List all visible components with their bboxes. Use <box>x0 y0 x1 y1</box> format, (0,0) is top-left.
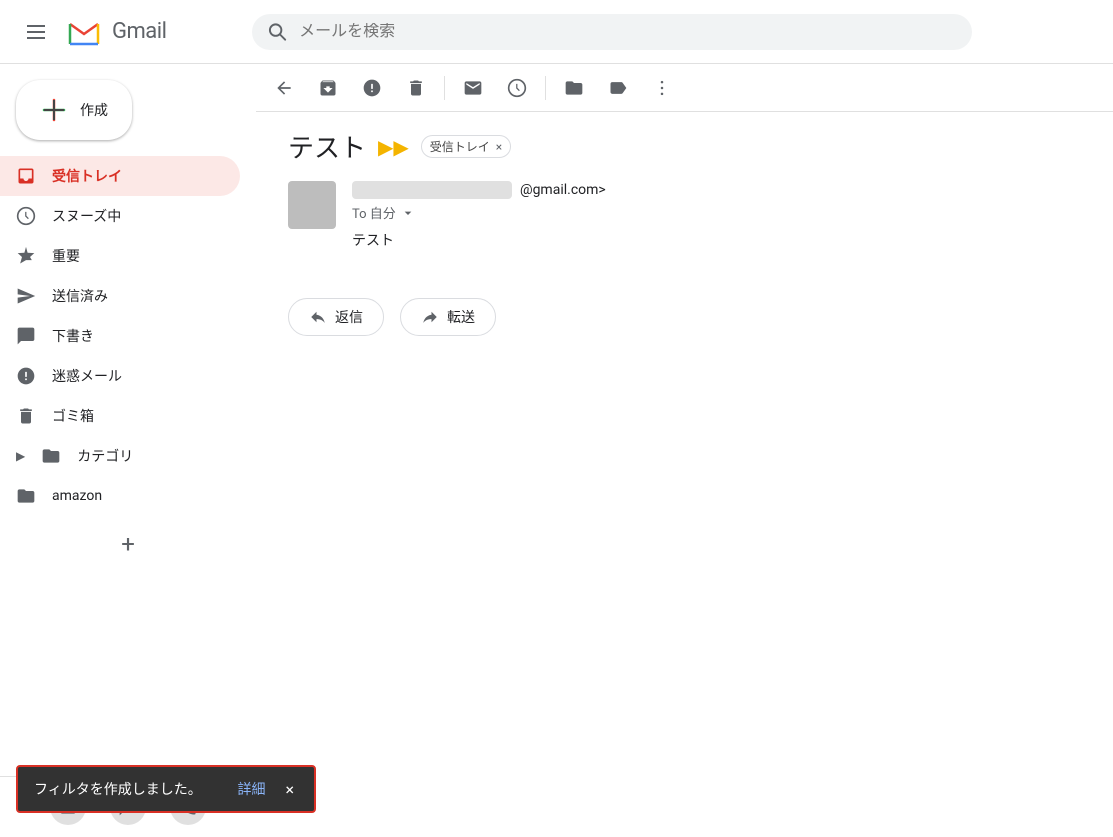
mark-read-button[interactable] <box>453 68 493 108</box>
to-row: To 自分 <box>352 203 1081 222</box>
sender-avatar <box>288 181 336 229</box>
inbox-label: 受信トレイ <box>52 166 122 186</box>
toast-notification: フィルタを作成しました。 詳細 × <box>16 765 316 813</box>
important-label: 重要 <box>52 246 80 266</box>
forward-label: 転送 <box>447 307 475 327</box>
forward-button[interactable]: 転送 <box>400 298 496 336</box>
toast-details-link[interactable]: 詳細 <box>237 779 265 799</box>
to-dropdown[interactable] <box>400 205 416 221</box>
sidebar-item-important[interactable]: 重要 <box>0 236 240 276</box>
add-label-button[interactable]: + <box>108 524 148 564</box>
sender-email: @gmail.com> <box>520 182 606 198</box>
drafts-icon <box>16 326 36 346</box>
sidebar-item-trash[interactable]: ゴミ箱 <box>0 396 240 436</box>
sidebar: 作成 受信トレイ スヌーズ中 重要 送信 <box>0 64 256 837</box>
app-body: 作成 受信トレイ スヌーズ中 重要 送信 <box>0 64 1113 837</box>
important-icon <box>16 246 36 266</box>
sidebar-item-amazon[interactable]: amazon <box>0 476 240 516</box>
expand-icon: ▶ <box>16 449 25 463</box>
reply-label: 返信 <box>335 307 363 327</box>
amazon-label: amazon <box>52 488 102 504</box>
subject-chevron-icon: ▶▶ <box>378 135 409 159</box>
email-view: テスト ▶▶ 受信トレイ × @gmail.com> To 自分 <box>256 112 1113 352</box>
move-button[interactable] <box>554 68 594 108</box>
drafts-label: 下書き <box>52 326 94 346</box>
archive-button[interactable] <box>308 68 348 108</box>
toolbar-divider-2 <box>545 76 546 100</box>
snooze-button[interactable] <box>497 68 537 108</box>
snoozed-label: スヌーズ中 <box>52 206 121 226</box>
sent-icon <box>16 286 36 306</box>
app-title: Gmail <box>112 19 166 44</box>
gmail-logo <box>64 12 104 52</box>
delete-button[interactable] <box>396 68 436 108</box>
to-label: To 自分 <box>352 203 396 222</box>
email-message: @gmail.com> To 自分 テスト <box>288 181 1081 274</box>
menu-icon[interactable] <box>16 12 56 52</box>
inbox-label-badge: 受信トレイ × <box>421 135 511 158</box>
amazon-folder-icon <box>16 486 36 506</box>
sidebar-item-sent[interactable]: 送信済み <box>0 276 240 316</box>
email-subject-row: テスト ▶▶ 受信トレイ × <box>288 128 1081 165</box>
snooze-icon <box>16 206 36 226</box>
email-toolbar <box>256 64 1113 112</box>
search-input[interactable] <box>299 23 956 41</box>
label-button[interactable] <box>598 68 638 108</box>
email-subject: テスト <box>288 128 366 165</box>
sidebar-item-inbox[interactable]: 受信トレイ <box>0 156 240 196</box>
toast-message: フィルタを作成しました。 <box>34 779 221 799</box>
reply-button[interactable]: 返信 <box>288 298 384 336</box>
compose-button[interactable]: 作成 <box>16 80 132 140</box>
search-icon <box>268 22 287 42</box>
email-details: @gmail.com> To 自分 テスト <box>352 181 1081 274</box>
badge-label: 受信トレイ <box>430 138 490 155</box>
trash-label: ゴミ箱 <box>52 406 94 426</box>
inbox-icon <box>16 166 36 186</box>
trash-icon <box>16 406 36 426</box>
more-button[interactable] <box>642 68 682 108</box>
sidebar-bottom: + <box>0 516 256 572</box>
spam-icon <box>16 366 36 386</box>
compose-plus-icon <box>40 96 68 124</box>
sent-label: 送信済み <box>52 286 108 306</box>
back-button[interactable] <box>264 68 304 108</box>
categories-icon <box>41 446 61 466</box>
toolbar-divider-1 <box>444 76 445 100</box>
search-bar[interactable] <box>252 14 972 50</box>
sender-name-blur <box>352 181 512 199</box>
header: Gmail <box>0 0 1113 64</box>
sidebar-item-spam[interactable]: 迷惑メール <box>0 356 240 396</box>
main-content: テスト ▶▶ 受信トレイ × @gmail.com> To 自分 <box>256 64 1113 837</box>
sidebar-item-categories[interactable]: ▶ カテゴリ <box>0 436 240 476</box>
sidebar-item-snoozed[interactable]: スヌーズ中 <box>0 196 240 236</box>
sender-row: @gmail.com> <box>352 181 1081 199</box>
spam-button[interactable] <box>352 68 392 108</box>
email-body: テスト <box>352 230 1081 250</box>
badge-close-icon[interactable]: × <box>496 140 502 154</box>
sidebar-item-drafts[interactable]: 下書き <box>0 316 240 356</box>
action-buttons: 返信 転送 <box>288 298 1081 336</box>
toast-close-button[interactable]: × <box>281 780 298 799</box>
header-logo: Gmail <box>16 12 236 52</box>
categories-label: カテゴリ <box>77 446 133 466</box>
spam-label: 迷惑メール <box>52 366 122 386</box>
compose-label: 作成 <box>80 100 108 120</box>
